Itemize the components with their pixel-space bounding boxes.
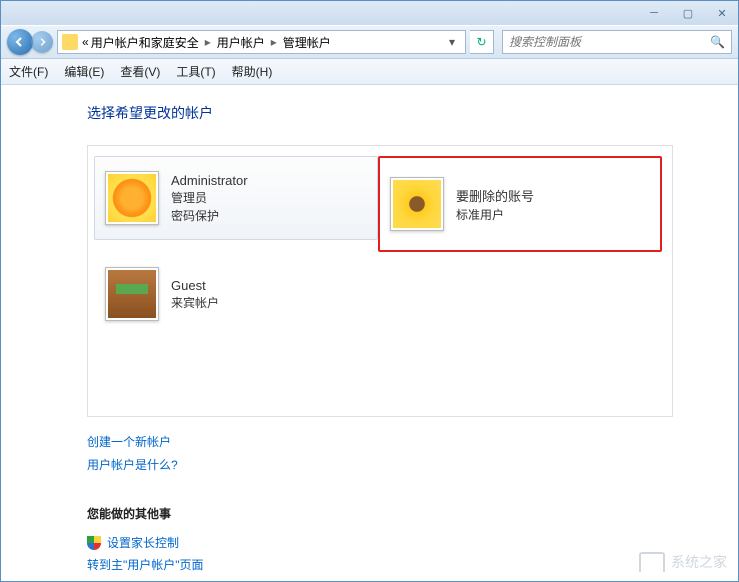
account-name: Administrator bbox=[171, 173, 248, 188]
account-text: Guest 来宾帐户 bbox=[171, 278, 219, 311]
account-role: 标准用户 bbox=[456, 206, 534, 223]
account-text: 要删除的账号 标准用户 bbox=[456, 186, 534, 223]
link-parental-control[interactable]: 设置家长控制 bbox=[87, 532, 738, 555]
titlebar: ─ ▢ ✕ bbox=[1, 1, 738, 25]
account-card-guest[interactable]: Guest 来宾帐户 bbox=[94, 252, 378, 336]
search-input[interactable] bbox=[509, 35, 710, 49]
account-role: 来宾帐户 bbox=[171, 294, 219, 311]
breadcrumb-dropdown[interactable]: ▾ bbox=[443, 35, 461, 49]
avatar bbox=[105, 171, 159, 225]
maximize-button[interactable]: ▢ bbox=[680, 6, 696, 20]
avatar bbox=[390, 177, 444, 231]
action-links: 创建一个新帐户 用户帐户是什么? bbox=[87, 431, 738, 477]
menu-file[interactable]: 文件(F) bbox=[9, 63, 48, 80]
account-text: Administrator 管理员 密码保护 bbox=[171, 173, 248, 224]
chevron-right-icon: ▸ bbox=[201, 35, 215, 49]
close-button[interactable]: ✕ bbox=[714, 6, 730, 20]
refresh-button[interactable]: ↻ bbox=[470, 30, 494, 54]
accounts-grid: Administrator 管理员 密码保护 要删除的账号 标准用户 Guest… bbox=[87, 145, 673, 417]
account-name: Guest bbox=[171, 278, 219, 293]
link-label: 设置家长控制 bbox=[107, 532, 179, 555]
content-area: 选择希望更改的帐户 Administrator 管理员 密码保护 要删除的账号 … bbox=[1, 85, 738, 581]
avatar bbox=[105, 267, 159, 321]
control-panel-window: ─ ▢ ✕ « 用户帐户和家庭安全 ▸ 用户帐户 ▸ 管理帐户 ▾ ↻ bbox=[0, 0, 739, 582]
forward-button[interactable] bbox=[31, 31, 53, 53]
link-goto-main[interactable]: 转到主"用户帐户"页面 bbox=[87, 554, 738, 577]
accounts-icon bbox=[62, 34, 78, 50]
breadcrumb-item-1[interactable]: 用户帐户 bbox=[217, 34, 265, 51]
search-box[interactable]: 🔍 bbox=[502, 30, 732, 54]
other-section-title: 您能做的其他事 bbox=[87, 505, 738, 522]
menu-tools[interactable]: 工具(T) bbox=[176, 63, 215, 80]
search-icon: 🔍 bbox=[710, 35, 725, 49]
breadcrumb-prefix[interactable]: « bbox=[82, 35, 89, 49]
link-create-account[interactable]: 创建一个新帐户 bbox=[87, 431, 738, 454]
menubar: 文件(F) 编辑(E) 查看(V) 工具(T) 帮助(H) bbox=[1, 59, 738, 85]
breadcrumb-item-2[interactable]: 管理帐户 bbox=[283, 34, 331, 51]
chevron-right-icon: ▸ bbox=[267, 35, 281, 49]
account-role: 管理员 bbox=[171, 189, 248, 206]
menu-edit[interactable]: 编辑(E) bbox=[64, 63, 104, 80]
account-name: 要删除的账号 bbox=[456, 186, 534, 205]
breadcrumb-item-0[interactable]: 用户帐户和家庭安全 bbox=[91, 34, 199, 51]
shield-icon bbox=[87, 536, 101, 550]
page-title: 选择希望更改的帐户 bbox=[87, 103, 738, 123]
refresh-icon: ↻ bbox=[476, 35, 486, 49]
breadcrumb[interactable]: « 用户帐户和家庭安全 ▸ 用户帐户 ▸ 管理帐户 ▾ bbox=[57, 30, 466, 54]
minimize-button[interactable]: ─ bbox=[646, 6, 662, 20]
navigation-bar: « 用户帐户和家庭安全 ▸ 用户帐户 ▸ 管理帐户 ▾ ↻ 🔍 bbox=[1, 25, 738, 59]
account-extra: 密码保护 bbox=[171, 207, 248, 224]
back-button[interactable] bbox=[7, 29, 33, 55]
link-whatis-account[interactable]: 用户帐户是什么? bbox=[87, 454, 738, 477]
menu-view[interactable]: 查看(V) bbox=[120, 63, 160, 80]
account-card-to-delete[interactable]: 要删除的账号 标准用户 bbox=[378, 156, 662, 252]
nav-arrows bbox=[7, 29, 53, 55]
account-card-administrator[interactable]: Administrator 管理员 密码保护 bbox=[94, 156, 378, 240]
menu-help[interactable]: 帮助(H) bbox=[232, 63, 273, 80]
